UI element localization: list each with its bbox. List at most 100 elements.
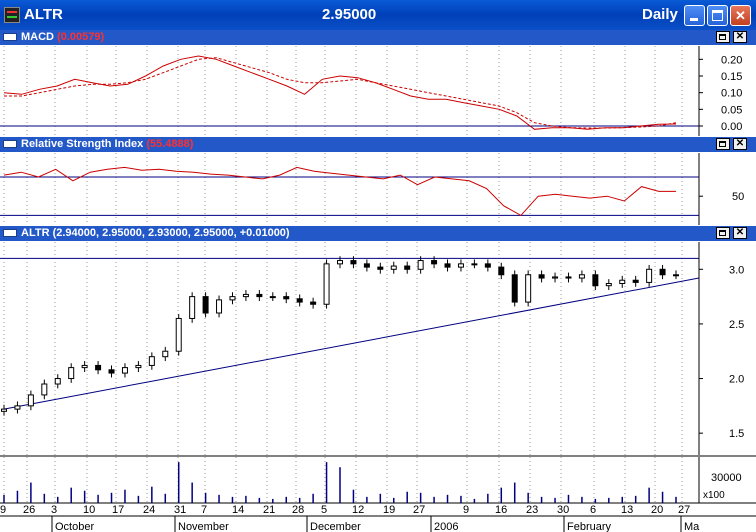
- candle-body: [175, 317, 182, 352]
- trendline: [3, 277, 700, 410]
- day-tick-label: 3: [51, 504, 57, 516]
- volume-unit-label: x100: [703, 490, 725, 501]
- candle-body: [511, 274, 518, 303]
- day-tick-label: 12: [352, 504, 364, 516]
- candle-body: [14, 405, 21, 410]
- day-tick-label: 14: [232, 504, 244, 516]
- candle-body: [121, 367, 128, 374]
- candle-body: [27, 394, 34, 407]
- candle-body: [659, 268, 666, 276]
- candle-body: [310, 301, 317, 305]
- macd-tick-label: 0.05: [721, 104, 742, 116]
- chart-area[interactable]: 0.20 0.15 0.10 0.05 0.00 50 3.0 2.5 2.0 1.5 30000 x…: [0, 0, 756, 532]
- candle-body: [256, 293, 263, 298]
- candle-body: [296, 298, 303, 303]
- month-label: February: [567, 521, 612, 532]
- rsi-tick-label: 50: [732, 191, 744, 203]
- day-tick-label: 27: [413, 504, 425, 516]
- macd-signal-line: [4, 57, 677, 129]
- candle-body: [444, 263, 451, 268]
- candle-body: [337, 260, 343, 265]
- day-tick-label: 20: [651, 504, 663, 516]
- candle-body: [605, 283, 612, 287]
- candle-body: [538, 274, 545, 279]
- candle-body: [646, 268, 653, 283]
- macd-line: [3, 55, 677, 130]
- candle-body: [484, 263, 491, 268]
- day-tick-label: 10: [83, 504, 95, 516]
- candle-body: [41, 383, 48, 396]
- day-tick-label: 23: [526, 504, 538, 516]
- candle-body: [216, 299, 223, 314]
- day-tick-label: 5: [321, 504, 327, 516]
- day-tick-label: 9: [463, 504, 469, 516]
- day-tick-label: 26: [23, 504, 35, 516]
- month-label: 2006: [434, 521, 458, 532]
- candle-body: [498, 266, 505, 276]
- price-plot: [0, 256, 700, 416]
- candle-body: [202, 296, 209, 314]
- candle-body: [377, 266, 384, 270]
- month-label: October: [55, 521, 94, 532]
- day-tick-label: 27: [678, 504, 690, 516]
- candle-body: [283, 296, 290, 300]
- candle-body: [95, 364, 102, 371]
- candle-body: [162, 350, 169, 358]
- candle-body: [525, 274, 532, 303]
- day-tick-label: 30: [557, 504, 569, 516]
- candle-body: [269, 296, 276, 299]
- day-tick-label: 21: [263, 504, 275, 516]
- day-tick-label: 31: [174, 504, 186, 516]
- day-tick-label: 9: [0, 504, 6, 516]
- day-tick-label: 24: [143, 504, 155, 516]
- candle-body: [404, 265, 411, 270]
- candle-body: [229, 296, 236, 301]
- candle-body: [457, 263, 464, 268]
- candle-body: [189, 296, 196, 319]
- price-tick-label: 3.0: [729, 264, 744, 276]
- candle-body: [632, 279, 639, 283]
- day-tick-label: 16: [495, 504, 507, 516]
- candle-body: [323, 263, 330, 305]
- candle-body: [54, 378, 61, 385]
- day-tick-label: 6: [590, 504, 596, 516]
- rsi-plot: [0, 166, 699, 217]
- day-tick-label: 7: [201, 504, 207, 516]
- macd-tick-label: 0.15: [721, 71, 742, 83]
- rsi-line: [3, 166, 676, 217]
- candle-body: [592, 274, 599, 287]
- day-tick-label: 13: [621, 504, 633, 516]
- price-tick-label: 2.0: [729, 374, 744, 386]
- panel-frames: [0, 46, 756, 504]
- day-tick-label: 17: [112, 504, 124, 516]
- candle-body: [148, 356, 155, 366]
- month-label: December: [310, 521, 361, 532]
- price-tick-label: 2.5: [729, 319, 744, 331]
- volume-plot: [3, 462, 677, 503]
- day-tick-label: 19: [383, 504, 395, 516]
- volume-tick-label: 30000: [711, 472, 742, 484]
- candle-body: [673, 274, 679, 277]
- candle-body: [390, 265, 397, 270]
- candle-body: [471, 263, 478, 266]
- candle-body: [108, 369, 115, 374]
- candle-body: [552, 276, 559, 279]
- macd-tick-label: 0.00: [721, 121, 742, 133]
- candle-body: [619, 279, 626, 285]
- candle-body: [350, 260, 357, 265]
- candle-body: [135, 364, 142, 369]
- candle-body: [431, 260, 438, 265]
- candle-body: [81, 364, 88, 369]
- candle-body: [565, 276, 572, 279]
- candle-body: [578, 274, 585, 279]
- month-label: November: [178, 521, 229, 532]
- price-tick-label: 1.5: [729, 428, 744, 440]
- candle-body: [242, 293, 249, 298]
- candle-body: [417, 260, 424, 270]
- day-tick-label: 28: [292, 504, 304, 516]
- macd-tick-label: 0.10: [721, 88, 742, 100]
- candle-body: [1, 408, 7, 412]
- month-label: Ma: [684, 521, 700, 532]
- macd-tick-label: 0.20: [721, 54, 742, 66]
- candle-body: [68, 367, 75, 380]
